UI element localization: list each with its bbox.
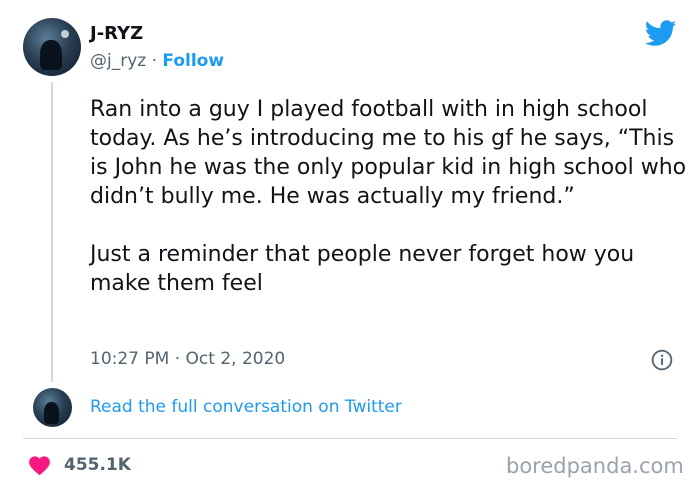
watermark: boredpanda.com bbox=[506, 454, 684, 478]
handle-separator: · bbox=[146, 51, 163, 71]
author-display-name[interactable]: J-RYZ bbox=[90, 23, 143, 44]
author-handle[interactable]: @j_ryz bbox=[90, 51, 146, 71]
conversation-avatar[interactable] bbox=[33, 388, 72, 427]
divider bbox=[23, 438, 677, 439]
thread-line bbox=[51, 82, 53, 382]
heart-icon[interactable] bbox=[27, 454, 52, 476]
author-handle-row: @j_ryz · Follow bbox=[90, 51, 224, 71]
twitter-bird-icon[interactable] bbox=[645, 20, 677, 47]
avatar-figure bbox=[44, 402, 59, 424]
tweet-text: Ran into a guy I played football with in… bbox=[90, 95, 690, 298]
avatar-light bbox=[61, 30, 69, 38]
author-avatar[interactable] bbox=[23, 18, 81, 76]
avatar-figure bbox=[40, 40, 62, 70]
info-icon[interactable] bbox=[651, 349, 673, 371]
tweet-paragraph-1: Ran into a guy I played football with in… bbox=[90, 97, 687, 209]
follow-button[interactable]: Follow bbox=[162, 51, 224, 71]
tweet-card: J-RYZ @j_ryz · Follow Ran into a guy I p… bbox=[0, 0, 700, 492]
tweet-paragraph-2: Just a reminder that people never forget… bbox=[90, 242, 635, 296]
read-conversation-link[interactable]: Read the full conversation on Twitter bbox=[90, 397, 402, 417]
like-count[interactable]: 455.1K bbox=[64, 455, 131, 475]
tweet-timestamp[interactable]: 10:27 PM · Oct 2, 2020 bbox=[90, 349, 285, 369]
